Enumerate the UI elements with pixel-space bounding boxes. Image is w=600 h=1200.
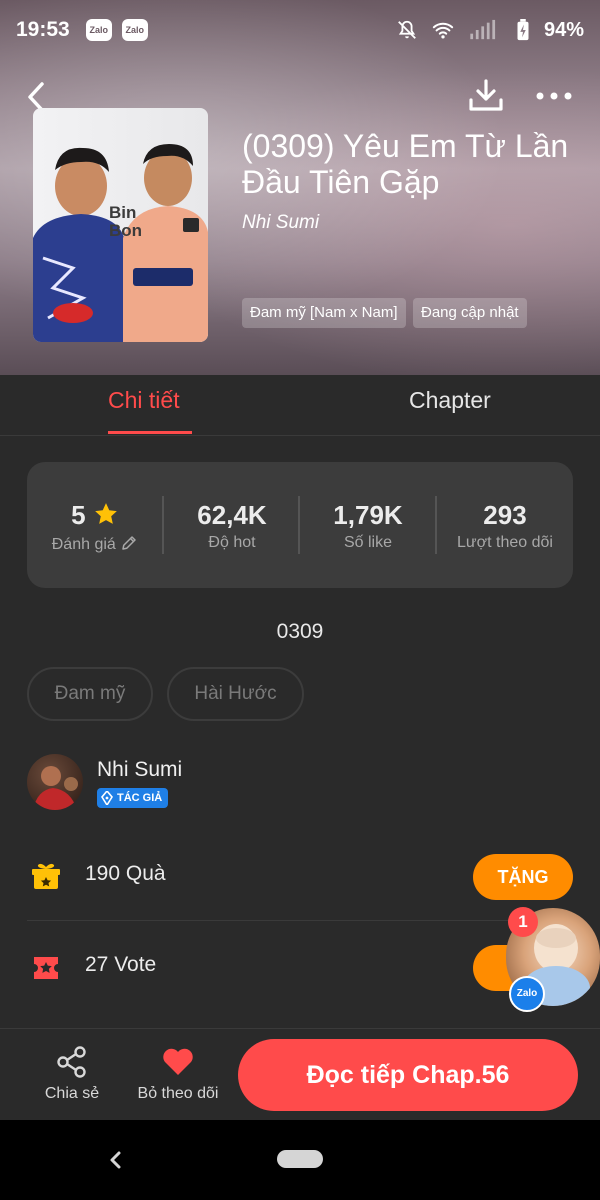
stat-likes-value: 1,79K xyxy=(333,500,403,530)
avatar-image xyxy=(33,766,78,810)
stat-followers-label: Lượt theo dõi xyxy=(457,534,553,551)
stat-rating-value: 5 xyxy=(27,500,163,531)
gifts-row: 190 Quà TẶNG xyxy=(27,836,573,918)
system-back-icon[interactable] xyxy=(104,1148,128,1172)
cover-title-text: Bin Bon xyxy=(109,203,143,240)
author-badge-text: TÁC GIẢ xyxy=(117,792,163,804)
more-options-icon[interactable] xyxy=(534,88,574,104)
story-author[interactable]: Nhi Sumi xyxy=(242,212,319,234)
stat-followers-value: 293 xyxy=(483,500,527,530)
bottom-action-bar: Chia sẻ Bỏ theo dõi Đọc tiếp Chap.56 xyxy=(0,1028,600,1120)
story-title: (0309) Yêu Em Từ Lần Đầu Tiên Gặp xyxy=(242,128,569,200)
tab-chapter[interactable]: Chapter xyxy=(409,387,491,414)
edit-pencil-icon xyxy=(122,536,136,550)
author-name[interactable]: Nhi Sumi xyxy=(97,758,182,782)
votes-count: 27 Vote xyxy=(85,953,157,976)
cell-signal-icon xyxy=(470,19,496,40)
star-icon xyxy=(95,503,117,524)
genre-chip[interactable]: Hài Hước xyxy=(167,667,304,721)
unfollow-label: Bỏ theo dõi xyxy=(137,1085,219,1102)
stat-likes: 1,79K Số like xyxy=(300,462,436,588)
vote-ticket-icon xyxy=(34,957,58,979)
tab-bar: Chi tiết Chapter xyxy=(0,375,600,436)
share-label: Chia sẻ xyxy=(44,1085,100,1102)
tab-details[interactable]: Chi tiết xyxy=(108,387,180,414)
author-avatar[interactable] xyxy=(27,754,83,810)
battery-charging-icon xyxy=(517,19,529,41)
stat-rating[interactable]: 5 Đánh giá xyxy=(27,462,163,588)
status-chip: Đang cập nhật xyxy=(413,298,527,328)
row-divider xyxy=(27,920,573,921)
tag-chip: Đam mỹ [Nam x Nam] xyxy=(242,298,406,328)
wifi-icon xyxy=(432,22,454,39)
system-home-pill[interactable] xyxy=(277,1150,323,1168)
stat-hot-value: 62,4K xyxy=(197,500,267,530)
zalo-logo-icon: Zalo xyxy=(509,976,545,1012)
unread-count-badge: 1 xyxy=(508,907,538,937)
heart-icon xyxy=(163,1048,193,1075)
author-badge: TÁC GIẢ xyxy=(97,788,169,808)
votes-row: 27 Vote V xyxy=(27,927,573,1009)
stat-hot-label: Độ hot xyxy=(208,534,256,551)
stat-likes-label: Số like xyxy=(343,534,393,551)
continue-reading-button[interactable]: Đọc tiếp Chap.56 xyxy=(238,1039,578,1111)
battery-percent: 94% xyxy=(543,18,584,41)
zalo-notification-icon: Zalo xyxy=(85,19,112,41)
zalo-notification-icon: Zalo xyxy=(121,19,148,41)
share-button[interactable]: Chia sẻ xyxy=(30,1029,114,1121)
story-description: 0309 xyxy=(276,620,324,643)
rating-number: 5 xyxy=(71,500,86,530)
status-time: 19:53 xyxy=(16,18,70,41)
genre-chip[interactable]: Đam mỹ xyxy=(27,667,153,721)
pen-nib-icon xyxy=(101,791,113,805)
tab-active-indicator xyxy=(108,431,192,434)
rating-label-text: Đánh giá xyxy=(51,536,116,553)
gift-button[interactable]: TẶNG xyxy=(473,854,573,900)
share-icon xyxy=(57,1046,86,1078)
stat-followers: 293 Lượt theo dõi xyxy=(437,462,573,588)
download-icon[interactable] xyxy=(468,78,504,114)
status-bar: 19:53 Zalo Zalo 94% xyxy=(0,0,600,60)
stat-hot: 62,4K Độ hot xyxy=(164,462,300,588)
stat-rating-label: Đánh giá xyxy=(27,534,163,554)
mute-bell-icon xyxy=(398,20,416,39)
story-header: 19:53 Zalo Zalo 94% Bin Bon (0309) Yêu E… xyxy=(0,0,600,375)
unfollow-button[interactable]: Bỏ theo dõi xyxy=(130,1029,226,1121)
stats-card: 5 Đánh giá 62,4K Độ hot 1,79K Số like 29… xyxy=(27,462,573,588)
gift-icon xyxy=(32,863,60,889)
gifts-count: 190 Quà xyxy=(85,862,166,885)
story-cover-image[interactable]: Bin Bon xyxy=(33,108,208,342)
